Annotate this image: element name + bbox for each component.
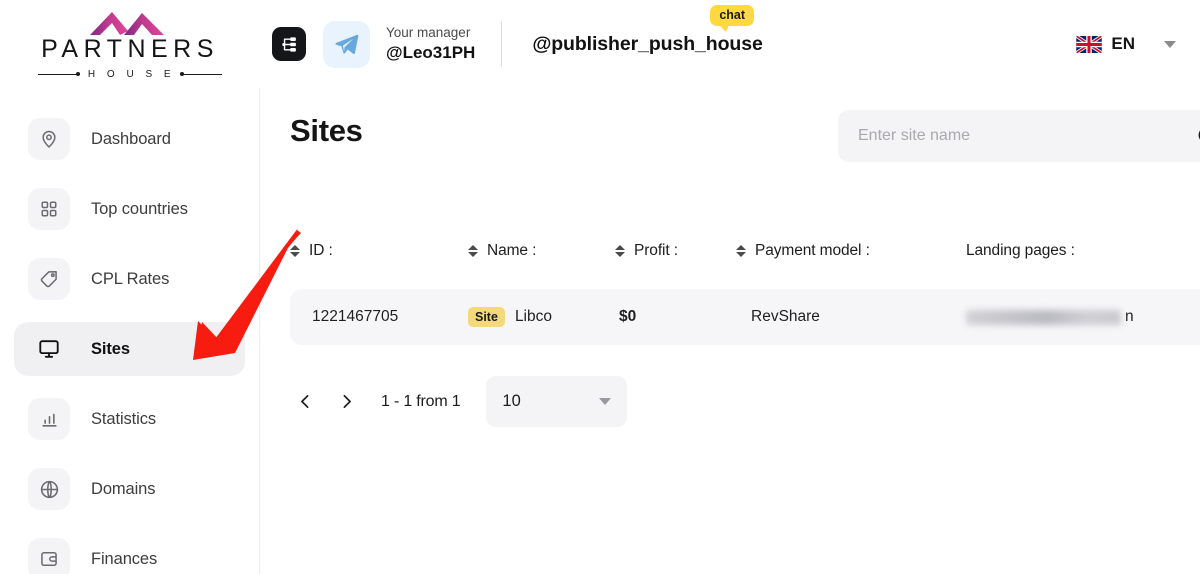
pagination-range: 1 - 1 from 1 (381, 392, 461, 410)
status-badge: Site (468, 307, 505, 327)
telegram-plane-icon (335, 34, 359, 54)
main-content: Sites ID : Name : (261, 88, 1200, 574)
cell-landing-pages: n (966, 308, 1200, 326)
sort-icon[interactable] (736, 245, 746, 257)
sitemap-icon[interactable] (272, 27, 306, 61)
chat-badge[interactable]: chat (710, 4, 755, 32)
brand-logo[interactable]: PARTNERS H O U S E (0, 0, 260, 88)
cell-payment-model: RevShare (751, 308, 820, 325)
page-size-value: 10 (502, 392, 521, 410)
landing-url-tail: n (1125, 308, 1134, 325)
cell-id: 1221467705 (312, 308, 399, 325)
sidebar-item-statistics[interactable]: Statistics (14, 392, 245, 446)
table-header-row: ID : Name : Profit : Payment model : Lan… (290, 234, 1200, 268)
brand-name: PARTNERS (41, 34, 219, 63)
wallet-icon (28, 538, 70, 574)
cell-profit: $0 (619, 308, 637, 325)
chevron-down-icon[interactable] (1164, 40, 1176, 48)
table-row[interactable]: 1221467705 Site Libco $0 RevShare n (290, 289, 1200, 345)
sidebar-item-dashboard[interactable]: Dashboard (14, 112, 245, 166)
sidebar-item-label: Top countries (91, 199, 188, 218)
manager-label: Your manager (386, 25, 471, 41)
pagination: 1 - 1 from 1 10 (290, 376, 628, 427)
sidebar-item-label: Finances (91, 549, 158, 568)
price-tag-icon (28, 258, 70, 300)
brand-subtitle-row: H O U S E (37, 69, 223, 80)
sidebar-item-label: Domains (91, 479, 156, 498)
brand-subtitle: H O U S E (87, 68, 176, 80)
location-pin-icon (28, 118, 70, 160)
column-label: Profit : (634, 242, 678, 259)
sort-icon[interactable] (468, 245, 478, 257)
grid-squares-icon (28, 188, 70, 230)
sidebar-item-label: Dashboard (91, 129, 171, 148)
chevron-down-icon[interactable] (599, 398, 612, 405)
globe-icon (28, 468, 70, 510)
language-selector[interactable]: EN (1076, 34, 1178, 54)
column-label: Payment model : (755, 242, 870, 259)
sites-table: ID : Name : Profit : Payment model : Lan… (290, 234, 1200, 345)
sidebar-item-domains[interactable]: Domains (14, 462, 245, 516)
manager-handle[interactable]: @Leo31PH (386, 43, 475, 63)
sidebar-item-cpl-rates[interactable]: CPL Rates (14, 252, 245, 306)
site-search-box[interactable] (838, 110, 1200, 162)
app-root: PARTNERS H O U S E Your manager @Leo31PH… (0, 0, 1200, 574)
page-title: Sites (290, 113, 363, 148)
sort-icon[interactable] (290, 245, 300, 257)
column-header-profit[interactable]: Profit : (615, 242, 736, 260)
mountain-peaks-logo-icon (90, 11, 164, 35)
column-label: ID : (309, 242, 333, 259)
publisher-block: @publisher_push_house chat (532, 4, 763, 56)
uk-flag-icon (1076, 35, 1103, 53)
sort-icon[interactable] (615, 245, 625, 257)
search-icon[interactable] (1196, 125, 1200, 147)
logo-rule-right (180, 72, 223, 76)
header-content: Your manager @Leo31PH @publisher_push_ho… (260, 0, 1200, 88)
publisher-handle[interactable]: @publisher_push_house (532, 33, 762, 56)
sidebar-item-label: Sites (91, 339, 130, 358)
redacted-landing-url (966, 309, 1121, 325)
logo-rule-left (37, 72, 80, 76)
sidebar-item-label: Statistics (91, 409, 157, 428)
monitor-icon (28, 328, 70, 370)
manager-info: Your manager @Leo31PH (386, 25, 475, 62)
sidebar-nav: Dashboard Top countries CPL Rates Sites … (0, 88, 260, 574)
bar-chart-icon (28, 398, 70, 440)
column-header-name[interactable]: Name : (468, 242, 615, 260)
top-header: PARTNERS H O U S E Your manager @Leo31PH… (0, 0, 1200, 88)
language-code: EN (1111, 34, 1135, 53)
header-divider (501, 21, 503, 67)
chevron-right-icon[interactable] (331, 387, 361, 417)
sidebar-item-top-countries[interactable]: Top countries (14, 182, 245, 236)
sidebar-item-sites[interactable]: Sites (14, 322, 245, 376)
sidebar-item-label: CPL Rates (91, 269, 170, 288)
column-header-landing-pages: Landing pages : (966, 242, 1200, 260)
cell-name: Site Libco (468, 307, 615, 327)
search-input[interactable] (858, 127, 1196, 145)
column-header-payment-model[interactable]: Payment model : (736, 242, 966, 260)
sidebar-item-finances[interactable]: Finances (14, 532, 245, 574)
column-label: Landing pages : (966, 242, 1075, 259)
column-label: Name : (487, 242, 537, 259)
chevron-left-icon[interactable] (290, 387, 320, 417)
page-size-select[interactable]: 10 (486, 376, 628, 427)
column-header-id[interactable]: ID : (290, 242, 468, 260)
cell-name-text: Libco (514, 308, 552, 325)
telegram-icon[interactable] (323, 20, 370, 68)
